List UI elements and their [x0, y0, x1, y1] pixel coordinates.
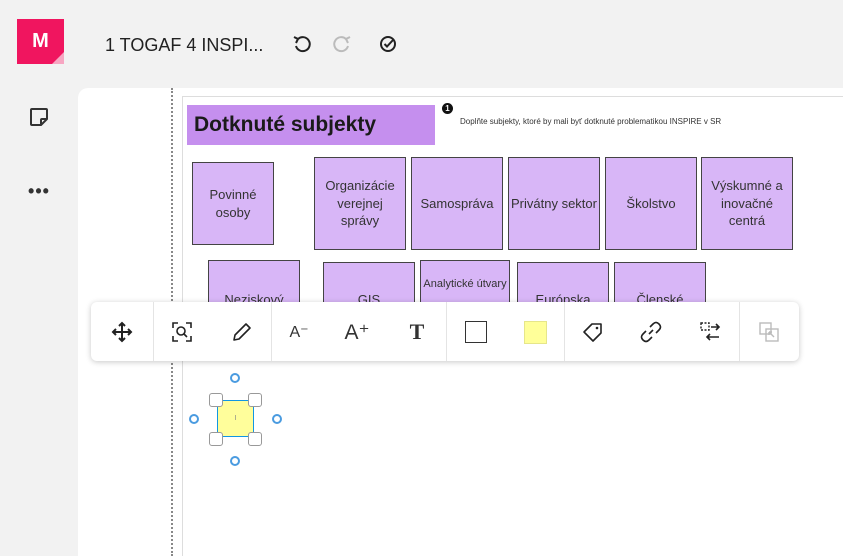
link-icon[interactable]	[635, 316, 667, 348]
left-sidebar: M •••	[0, 0, 78, 556]
toolbar-divider	[446, 302, 447, 361]
connector-handle-right[interactable]	[272, 414, 282, 424]
sticky-note[interactable]: Školstvo	[605, 157, 697, 250]
board-title[interactable]: 1 TOGAF 4 INSPI...	[105, 35, 263, 56]
sticky-note[interactable]: Povinné osoby	[192, 162, 274, 245]
toolbar-divider	[271, 302, 272, 361]
title-sticky-note[interactable]: Dotknuté subjekty	[187, 105, 435, 145]
text-format-icon[interactable]: T	[401, 316, 433, 348]
toolbar-divider	[153, 302, 154, 361]
sticky-note[interactable]: Samospráva	[411, 157, 503, 250]
tag-icon[interactable]	[577, 316, 609, 348]
undo-icon[interactable]	[288, 30, 316, 58]
resize-handle-top-left[interactable]	[209, 393, 223, 407]
resize-handle-top-right[interactable]	[248, 393, 262, 407]
context-toolbar: A⁻ A⁺ T	[91, 302, 799, 361]
decrease-font-icon[interactable]: A⁻	[283, 316, 315, 348]
swap-icon[interactable]	[694, 316, 726, 348]
connector-handle-bottom[interactable]	[230, 456, 240, 466]
move-icon[interactable]	[106, 316, 138, 348]
increase-font-icon[interactable]: A⁺	[341, 316, 373, 348]
sticky-note[interactable]: Organizácie verejnej správy	[314, 157, 406, 250]
redo-icon[interactable]	[328, 30, 356, 58]
logo-fold	[52, 52, 64, 64]
check-circle-icon[interactable]	[374, 30, 402, 58]
sticky-note[interactable]: Výskumné a inovačné centrá	[701, 157, 793, 250]
fill-color-swatch[interactable]	[519, 316, 551, 348]
toolbar-divider	[739, 302, 740, 361]
number-badge: 1	[442, 103, 453, 114]
border-icon[interactable]	[460, 316, 492, 348]
miro-logo[interactable]: M	[17, 19, 64, 64]
top-bar: 1 TOGAF 4 INSPI...	[78, 0, 843, 88]
toolbar-divider	[564, 302, 565, 361]
connector-handle-left[interactable]	[189, 414, 199, 424]
sticky-note[interactable]: Privátny sektor	[508, 157, 600, 250]
resize-handle-bottom-left[interactable]	[209, 432, 223, 446]
sticky-note-icon[interactable]	[22, 102, 56, 132]
logo-letter: M	[32, 30, 49, 52]
resize-handle-bottom-right[interactable]	[248, 432, 262, 446]
instruction-text[interactable]: Doplňte subjekty, ktoré by mali byť dotk…	[460, 117, 721, 126]
send-to-frame-icon[interactable]	[753, 316, 785, 348]
zoom-to-fit-icon[interactable]	[166, 316, 198, 348]
more-icon[interactable]: •••	[22, 176, 56, 206]
pencil-icon[interactable]	[226, 316, 258, 348]
connector-handle-top[interactable]	[230, 373, 240, 383]
